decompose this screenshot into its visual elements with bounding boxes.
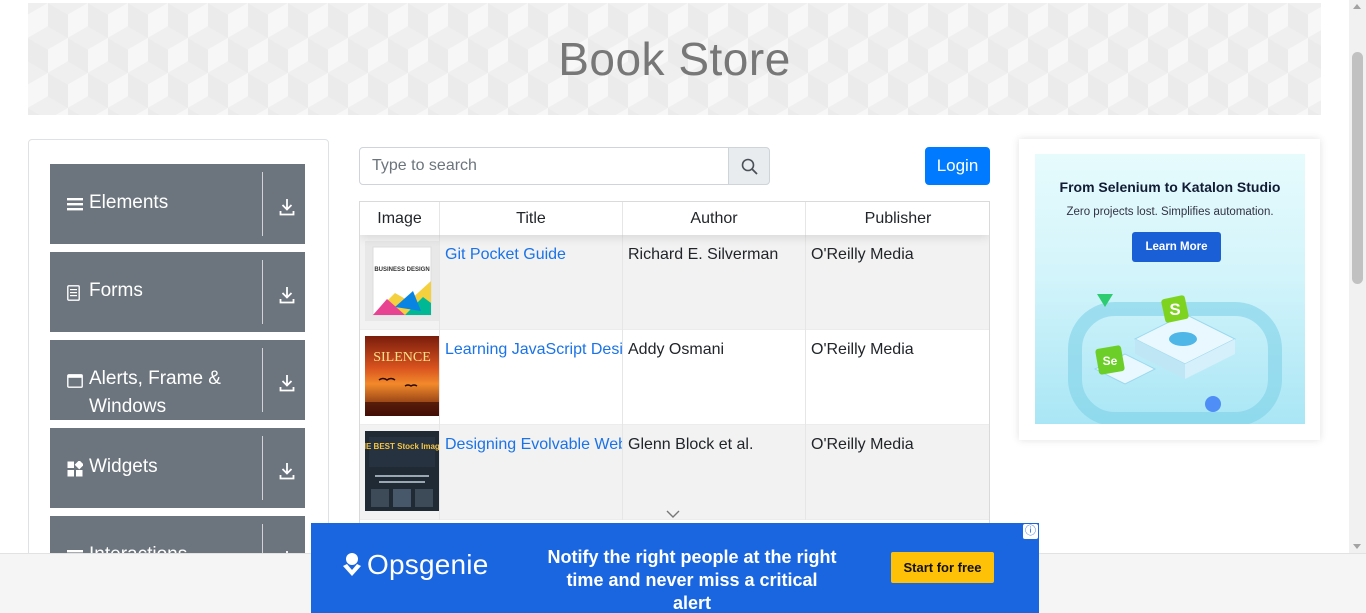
search-button[interactable] <box>728 147 770 185</box>
publisher-cell: O'Reilly Media <box>806 330 989 425</box>
table-row: BUSINESS DESIGN Git Pocket Guide Richard… <box>360 235 989 330</box>
column-header-publisher[interactable]: Publisher <box>806 202 989 235</box>
download-icon[interactable] <box>279 462 295 480</box>
divider <box>262 172 263 236</box>
book-cover-image: SILENCE <box>365 336 439 416</box>
header-banner: Book Store <box>28 3 1321 115</box>
book-cover-text: SILENCE <box>373 350 431 365</box>
search-input[interactable] <box>359 147 729 185</box>
sidebar-group-forms[interactable]: Forms <box>50 252 305 332</box>
book-cover-text: THE BEST Stock Images <box>365 442 439 451</box>
download-icon[interactable] <box>279 286 295 304</box>
ad-illustration: S Se <box>1068 294 1282 424</box>
sidebar-group-label: Widgets <box>89 456 158 477</box>
scroll-up-arrow-icon[interactable] <box>1353 4 1361 9</box>
opsgenie-ad-banner[interactable]: ⓘ Opsgenie Notify the right people at th… <box>311 523 1039 613</box>
column-header-image[interactable]: Image <box>360 202 440 235</box>
divider <box>262 348 263 412</box>
title-cell: Designing Evolvable Web APIs with ASP.NE… <box>440 425 623 520</box>
table-header: Image Title Author Publisher <box>360 202 989 235</box>
image-cell: SILENCE <box>360 330 440 425</box>
download-icon[interactable] <box>279 374 295 392</box>
book-publisher: O'Reilly Media <box>811 246 914 263</box>
ad-info-icon[interactable]: ⓘ <box>1023 524 1038 539</box>
side-advertisement[interactable]: From Selenium to Katalon Studio Zero pro… <box>1019 139 1320 440</box>
book-author: Addy Osmani <box>628 341 725 358</box>
book-cover-image: BUSINESS DESIGN <box>365 241 439 321</box>
sidebar-group-label: Forms <box>89 280 143 301</box>
document-icon <box>67 285 80 301</box>
table-row: THE BEST Stock Images Designing Evolvabl… <box>360 425 989 520</box>
ad-subtitle: Zero projects lost. Simplifies automatio… <box>1066 206 1274 218</box>
book-cover-image: THE BEST Stock Images <box>365 431 439 511</box>
book-author: Glenn Block et al. <box>628 436 754 453</box>
sidebar-group-label: Alerts, Frame & Windows <box>89 368 221 417</box>
widgets-icon <box>67 461 83 477</box>
sidebar-group-widgets[interactable]: Widgets <box>50 428 305 508</box>
books-table: Image Title Author Publisher BUSINESS DE… <box>359 201 990 553</box>
ad-badge-text: S <box>1169 300 1180 319</box>
image-cell: THE BEST Stock Images <box>360 425 440 520</box>
ad-message: Notify the right people at the right tim… <box>547 547 837 613</box>
start-for-free-button[interactable]: Start for free <box>891 552 994 583</box>
title-cell: Git Pocket Guide <box>440 235 623 330</box>
scroll-down-arrow-icon[interactable] <box>1353 544 1361 549</box>
book-publisher: O'Reilly Media <box>811 341 914 358</box>
ad-badge-text: Se <box>1103 354 1118 368</box>
book-title-link[interactable]: Git Pocket Guide <box>445 246 566 263</box>
publisher-cell: O'Reilly Media <box>806 425 989 520</box>
image-cell: BUSINESS DESIGN <box>360 235 440 330</box>
divider <box>262 260 263 324</box>
scrollbar-thumb[interactable] <box>1352 52 1363 284</box>
divider <box>262 436 263 500</box>
window-icon <box>67 374 83 388</box>
book-publisher: O'Reilly Media <box>811 436 914 453</box>
sidebar-group-elements[interactable]: Elements <box>50 164 305 244</box>
sidebar-group-alerts-frame-windows[interactable]: Alerts, Frame & Windows <box>50 340 305 420</box>
author-cell: Addy Osmani <box>623 330 806 425</box>
column-header-author[interactable]: Author <box>623 202 806 235</box>
author-cell: Richard E. Silverman <box>623 235 806 330</box>
opsgenie-brand: Opsgenie <box>367 549 489 580</box>
login-button[interactable]: Login <box>925 147 990 185</box>
table-row: SILENCE Learning JavaScript Design Patte… <box>360 330 989 425</box>
learn-more-button[interactable]: Learn More <box>1132 232 1221 262</box>
book-cover-text: BUSINESS DESIGN <box>374 267 429 273</box>
column-header-title[interactable]: Title <box>440 202 623 235</box>
chevron-down-icon[interactable] <box>665 509 681 519</box>
book-author: Richard E. Silverman <box>628 246 779 263</box>
katalon-ad-banner[interactable]: From Selenium to Katalon Studio Zero pro… <box>1035 154 1305 424</box>
opsgenie-logo-icon <box>343 553 361 576</box>
book-title-link[interactable]: Designing Evolvable Web APIs with ASP.NE… <box>445 436 622 453</box>
book-title-link[interactable]: Learning JavaScript Design Patterns <box>445 341 622 358</box>
publisher-cell: O'Reilly Media <box>806 235 989 330</box>
vertical-scrollbar[interactable] <box>1349 0 1366 553</box>
search-bar <box>359 147 770 185</box>
author-cell: Glenn Block et al. <box>623 425 806 520</box>
title-cell: Learning JavaScript Design Patterns <box>440 330 623 425</box>
sidebar-group-label: Elements <box>89 192 169 213</box>
search-icon <box>741 158 758 175</box>
ad-title: From Selenium to Katalon Studio <box>1059 179 1281 195</box>
download-icon[interactable] <box>279 198 295 216</box>
sidebar: Elements Forms Alerts, Frame & Windows W… <box>28 139 329 569</box>
bars-icon <box>67 198 83 211</box>
page-title: Book Store <box>558 33 791 85</box>
